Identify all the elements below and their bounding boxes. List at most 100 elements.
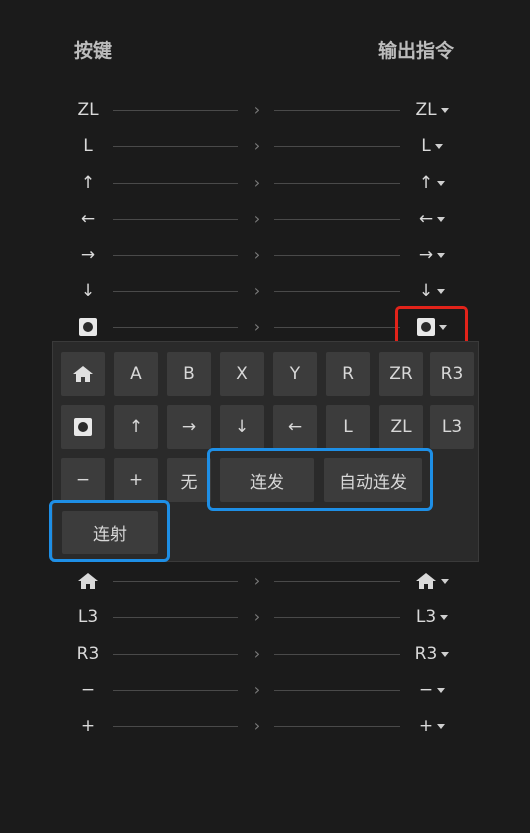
- key-label: ←: [80, 209, 96, 229]
- key-label: L3: [77, 607, 99, 627]
- caret-down-icon: [441, 651, 450, 657]
- divider: [113, 183, 238, 184]
- chevron-right-icon: ›: [253, 317, 261, 336]
- output-value: L: [421, 136, 431, 156]
- output-value: L3: [415, 607, 437, 627]
- divider: [274, 654, 400, 655]
- output-dropdown[interactable]: [404, 569, 460, 593]
- option-button[interactable]: −: [61, 458, 105, 502]
- option-button[interactable]: ↑: [114, 405, 158, 449]
- output-dropdown[interactable]: +: [404, 714, 460, 738]
- option-button[interactable]: R: [326, 352, 370, 396]
- divider: [274, 146, 400, 147]
- output-value: →: [418, 245, 434, 265]
- divider: [113, 146, 238, 147]
- mapping-row: ← › ←: [0, 207, 530, 231]
- chevron-right-icon: ›: [253, 571, 261, 590]
- key-label: ZL: [77, 100, 99, 120]
- divider: [113, 219, 238, 220]
- mapping-row: ↑ › ↑: [0, 171, 530, 195]
- divider: [113, 726, 238, 727]
- key-label: →: [80, 245, 96, 265]
- chevron-right-icon: ›: [253, 136, 261, 155]
- output-dropdown[interactable]: ZL: [404, 98, 460, 122]
- chevron-right-icon: ›: [253, 209, 261, 228]
- option-home-button[interactable]: [61, 352, 105, 396]
- caret-down-icon: [437, 288, 446, 294]
- divider: [113, 581, 238, 582]
- key-column-header: 按键: [74, 40, 113, 62]
- chevron-right-icon: ›: [253, 173, 261, 192]
- key-label: [68, 315, 108, 339]
- divider: [274, 581, 400, 582]
- output-dropdown[interactable]: L3: [404, 605, 460, 629]
- output-dropdown[interactable]: ↑: [404, 171, 460, 195]
- divider: [274, 255, 400, 256]
- home-icon: [415, 572, 437, 590]
- divider: [274, 291, 400, 292]
- divider: [113, 110, 238, 111]
- option-none-button[interactable]: 无: [167, 458, 211, 502]
- option-button[interactable]: →: [167, 405, 211, 449]
- option-capture-button[interactable]: [61, 405, 105, 449]
- output-value: ZL: [415, 100, 437, 120]
- divider: [274, 183, 400, 184]
- caret-down-icon: [440, 107, 449, 113]
- key-label: ↑: [80, 173, 96, 193]
- caret-down-icon: [437, 252, 446, 258]
- output-value: ↑: [418, 173, 434, 193]
- output-dropdown[interactable]: L: [404, 134, 460, 158]
- capture-icon: [79, 318, 97, 336]
- caret-down-icon: [434, 143, 443, 149]
- divider: [113, 654, 238, 655]
- output-value: R3: [414, 644, 438, 664]
- output-dropdown[interactable]: −: [404, 678, 460, 702]
- key-label: R3: [76, 644, 100, 664]
- output-dropdown[interactable]: R3: [404, 642, 460, 666]
- option-button[interactable]: Y: [273, 352, 317, 396]
- chevron-right-icon: ›: [253, 100, 261, 119]
- output-dropdown[interactable]: ←: [404, 207, 460, 231]
- home-icon: [72, 365, 94, 383]
- option-button[interactable]: +: [114, 458, 158, 502]
- option-button[interactable]: R3: [430, 352, 474, 396]
- output-value: ←: [418, 209, 434, 229]
- caret-down-icon: [440, 614, 449, 620]
- chevron-right-icon: ›: [253, 680, 261, 699]
- option-button[interactable]: ZL: [379, 405, 423, 449]
- chevron-right-icon: ›: [253, 245, 261, 264]
- mapping-row: + › +: [0, 714, 530, 738]
- option-button[interactable]: A: [114, 352, 158, 396]
- option-button[interactable]: ZR: [379, 352, 423, 396]
- divider: [274, 219, 400, 220]
- key-label: [68, 569, 108, 593]
- mapping-row: − › −: [0, 678, 530, 702]
- mapping-row: → › →: [0, 243, 530, 267]
- option-button[interactable]: L: [326, 405, 370, 449]
- output-column-header: 输出指令: [377, 40, 454, 62]
- output-value: −: [418, 680, 434, 700]
- option-button[interactable]: B: [167, 352, 211, 396]
- capture-icon: [74, 418, 92, 436]
- divider: [113, 617, 238, 618]
- divider: [274, 327, 400, 328]
- highlight-box: [207, 448, 433, 511]
- option-button[interactable]: X: [220, 352, 264, 396]
- option-button[interactable]: L3: [430, 405, 474, 449]
- chevron-right-icon: ›: [253, 281, 261, 300]
- mapping-row: L › L: [0, 134, 530, 158]
- mapping-row: R3 › R3: [0, 642, 530, 666]
- output-dropdown[interactable]: →: [404, 243, 460, 267]
- divider: [274, 690, 400, 691]
- option-button[interactable]: ←: [273, 405, 317, 449]
- divider: [113, 690, 238, 691]
- output-dropdown[interactable]: ↓: [404, 279, 460, 303]
- divider: [113, 255, 238, 256]
- home-icon: [77, 572, 99, 590]
- highlight-box: [49, 500, 170, 562]
- output-value: ↓: [418, 281, 434, 301]
- mapping-row: ↓ › ↓: [0, 279, 530, 303]
- caret-down-icon: [437, 687, 446, 693]
- divider: [274, 726, 400, 727]
- option-button[interactable]: ↓: [220, 405, 264, 449]
